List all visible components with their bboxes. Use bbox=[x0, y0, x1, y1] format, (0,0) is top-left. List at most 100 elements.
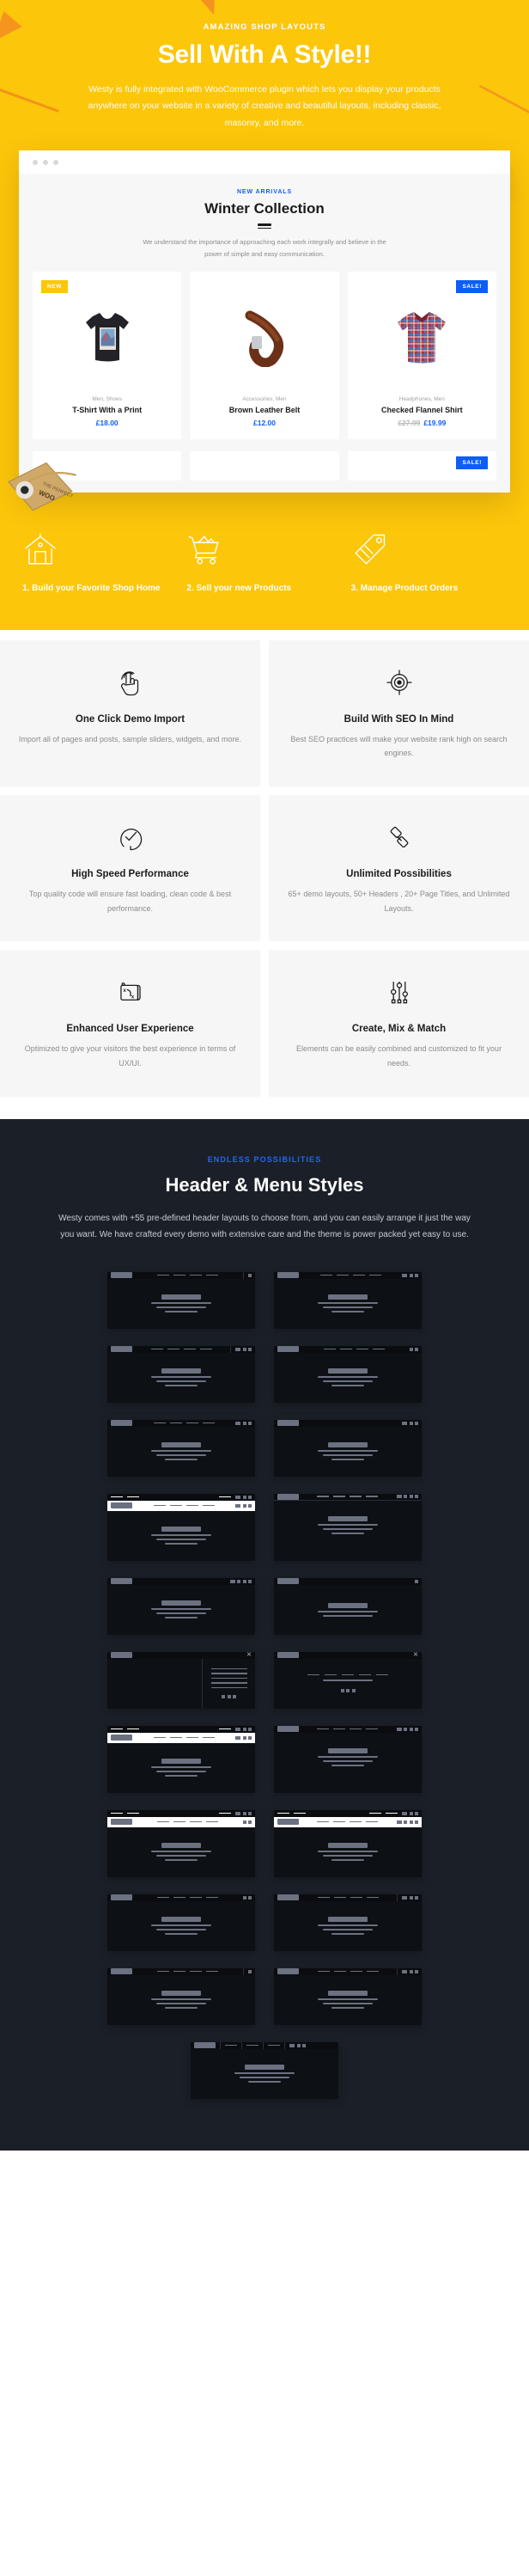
thumb-menu-item[interactable] bbox=[317, 1820, 330, 1823]
thumb-icon[interactable] bbox=[229, 1579, 235, 1583]
thumb-menu-item[interactable] bbox=[190, 1970, 202, 1973]
thumb-menu-item[interactable] bbox=[167, 1348, 179, 1350]
thumb-icon[interactable] bbox=[415, 1895, 418, 1900]
thumb-logo[interactable] bbox=[111, 1819, 132, 1826]
thumb-topbar-item[interactable] bbox=[127, 1812, 139, 1814]
thumb-icon[interactable] bbox=[242, 1895, 246, 1900]
header-style-thumbnail[interactable]: ✕ bbox=[107, 1651, 255, 1709]
thumb-icon[interactable] bbox=[409, 1895, 413, 1900]
product-card[interactable]: Accessories, Men Brown Leather Belt £12.… bbox=[190, 272, 339, 440]
thumb-menu-item[interactable] bbox=[205, 1896, 218, 1899]
thumb-icon[interactable] bbox=[402, 1895, 407, 1900]
thumb-menu-item[interactable] bbox=[185, 1736, 198, 1739]
header-style-thumbnail[interactable] bbox=[274, 1967, 422, 2025]
thumb-logo[interactable] bbox=[111, 1578, 132, 1585]
product-card[interactable]: SALE! bbox=[347, 272, 496, 440]
thumb-topbar-item[interactable] bbox=[127, 1728, 139, 1730]
thumb-menu-item[interactable] bbox=[317, 1970, 330, 1973]
header-style-thumbnail[interactable] bbox=[107, 1345, 255, 1403]
thumb-menu-item[interactable] bbox=[185, 1504, 198, 1507]
thumb-icon[interactable] bbox=[235, 1347, 240, 1351]
thumb-icon[interactable] bbox=[409, 1495, 413, 1499]
thumb-menu-item[interactable] bbox=[206, 1970, 218, 1973]
thumb-topbar-item[interactable] bbox=[277, 1812, 289, 1814]
product-name[interactable]: Checked Flannel Shirt bbox=[355, 406, 489, 414]
thumb-menu-item[interactable] bbox=[325, 1673, 337, 1676]
thumb-icon[interactable] bbox=[248, 1727, 252, 1731]
header-style-thumbnail[interactable] bbox=[107, 1577, 255, 1635]
header-style-thumbnail[interactable] bbox=[274, 1271, 422, 1329]
header-style-thumbnail[interactable] bbox=[274, 1419, 422, 1477]
thumb-icon[interactable] bbox=[415, 1273, 418, 1277]
header-style-thumbnail[interactable] bbox=[274, 1345, 422, 1403]
thumb-menu-item[interactable] bbox=[173, 1970, 185, 1973]
thumb-menu-item[interactable] bbox=[173, 1896, 185, 1899]
thumb-topbar-item[interactable] bbox=[369, 1812, 381, 1814]
thumb-icon[interactable] bbox=[235, 1495, 240, 1499]
thumb-menu-item[interactable] bbox=[333, 1728, 346, 1730]
thumb-menu-item[interactable] bbox=[317, 1728, 330, 1730]
thumb-menu-item[interactable] bbox=[376, 1673, 388, 1676]
thumb-logo[interactable] bbox=[277, 1968, 299, 1975]
thumb-icon[interactable] bbox=[242, 1503, 246, 1508]
thumb-icon[interactable] bbox=[242, 1421, 246, 1425]
thumb-menu-item[interactable] bbox=[157, 1970, 169, 1973]
thumb-menu-item[interactable] bbox=[359, 1673, 371, 1676]
thumb-menu-item[interactable] bbox=[350, 1896, 362, 1899]
thumb-menu-item[interactable] bbox=[317, 1496, 330, 1497]
thumb-menu-item[interactable] bbox=[189, 1820, 202, 1823]
thumb-panel-item[interactable] bbox=[210, 1667, 247, 1670]
thumb-icon[interactable] bbox=[242, 1347, 246, 1351]
thumb-icon[interactable] bbox=[402, 1273, 407, 1277]
thumb-icon[interactable] bbox=[235, 1811, 240, 1815]
thumb-icon[interactable] bbox=[409, 1347, 413, 1351]
thumb-icon[interactable] bbox=[248, 1421, 252, 1425]
header-style-thumbnail[interactable] bbox=[107, 1809, 255, 1877]
thumb-panel-item[interactable] bbox=[210, 1686, 247, 1689]
thumb-logo[interactable] bbox=[277, 1493, 299, 1500]
thumb-menu-item[interactable] bbox=[156, 1896, 169, 1899]
thumb-icon[interactable] bbox=[242, 1727, 246, 1731]
thumb-icon[interactable] bbox=[242, 1495, 246, 1499]
thumb-logo[interactable] bbox=[277, 1346, 299, 1353]
thumb-icon[interactable] bbox=[302, 2043, 306, 2047]
thumb-icon[interactable] bbox=[248, 1273, 252, 1277]
thumb-menu-item[interactable] bbox=[206, 1274, 218, 1276]
thumb-menu-item[interactable] bbox=[202, 1504, 215, 1507]
thumb-menu-item[interactable] bbox=[202, 1422, 215, 1424]
thumb-logo[interactable] bbox=[194, 2042, 216, 2049]
thumb-logo[interactable] bbox=[277, 1420, 299, 1427]
thumb-logo[interactable] bbox=[111, 1968, 132, 1975]
thumb-icon[interactable] bbox=[235, 1503, 240, 1508]
thumb-menu-item[interactable] bbox=[368, 1274, 381, 1276]
thumb-icon[interactable] bbox=[415, 1820, 418, 1824]
thumb-menu-item[interactable] bbox=[350, 1820, 362, 1823]
thumb-icon[interactable] bbox=[248, 1347, 252, 1351]
thumb-icon[interactable] bbox=[248, 1895, 252, 1900]
thumb-icon[interactable] bbox=[396, 1727, 402, 1731]
thumb-menu-item[interactable] bbox=[339, 1348, 352, 1350]
product-card[interactable]: NEW Men, Shoes T-Shirt With a Print £18.… bbox=[33, 272, 182, 440]
thumb-icon[interactable] bbox=[404, 1495, 407, 1499]
thumb-menu-item[interactable] bbox=[333, 1896, 346, 1899]
thumb-menu-item[interactable] bbox=[342, 1673, 354, 1676]
header-style-thumbnail[interactable] bbox=[107, 1493, 255, 1561]
header-style-thumbnail[interactable] bbox=[107, 1725, 255, 1793]
thumb-menu-item[interactable] bbox=[317, 1896, 330, 1899]
thumb-panel-item[interactable] bbox=[210, 1682, 247, 1684]
thumb-icon[interactable] bbox=[409, 1273, 413, 1277]
thumb-icon[interactable] bbox=[242, 1811, 246, 1815]
thumb-icon[interactable] bbox=[235, 1421, 240, 1425]
thumb-icon[interactable] bbox=[248, 1503, 252, 1508]
thumb-topbar-item[interactable] bbox=[111, 1728, 123, 1730]
thumb-logo[interactable] bbox=[111, 1346, 132, 1353]
header-style-thumbnail[interactable] bbox=[274, 1577, 422, 1635]
header-style-thumbnail[interactable]: ✕ bbox=[274, 1651, 422, 1709]
thumb-icon[interactable] bbox=[409, 1820, 413, 1824]
thumb-icon[interactable] bbox=[415, 1495, 418, 1499]
thumb-icon[interactable] bbox=[289, 2043, 295, 2047]
thumb-icon[interactable] bbox=[235, 1735, 240, 1740]
thumb-icon[interactable] bbox=[248, 1495, 252, 1499]
thumb-logo[interactable] bbox=[277, 1819, 299, 1826]
thumb-menu-item[interactable] bbox=[202, 1736, 215, 1739]
